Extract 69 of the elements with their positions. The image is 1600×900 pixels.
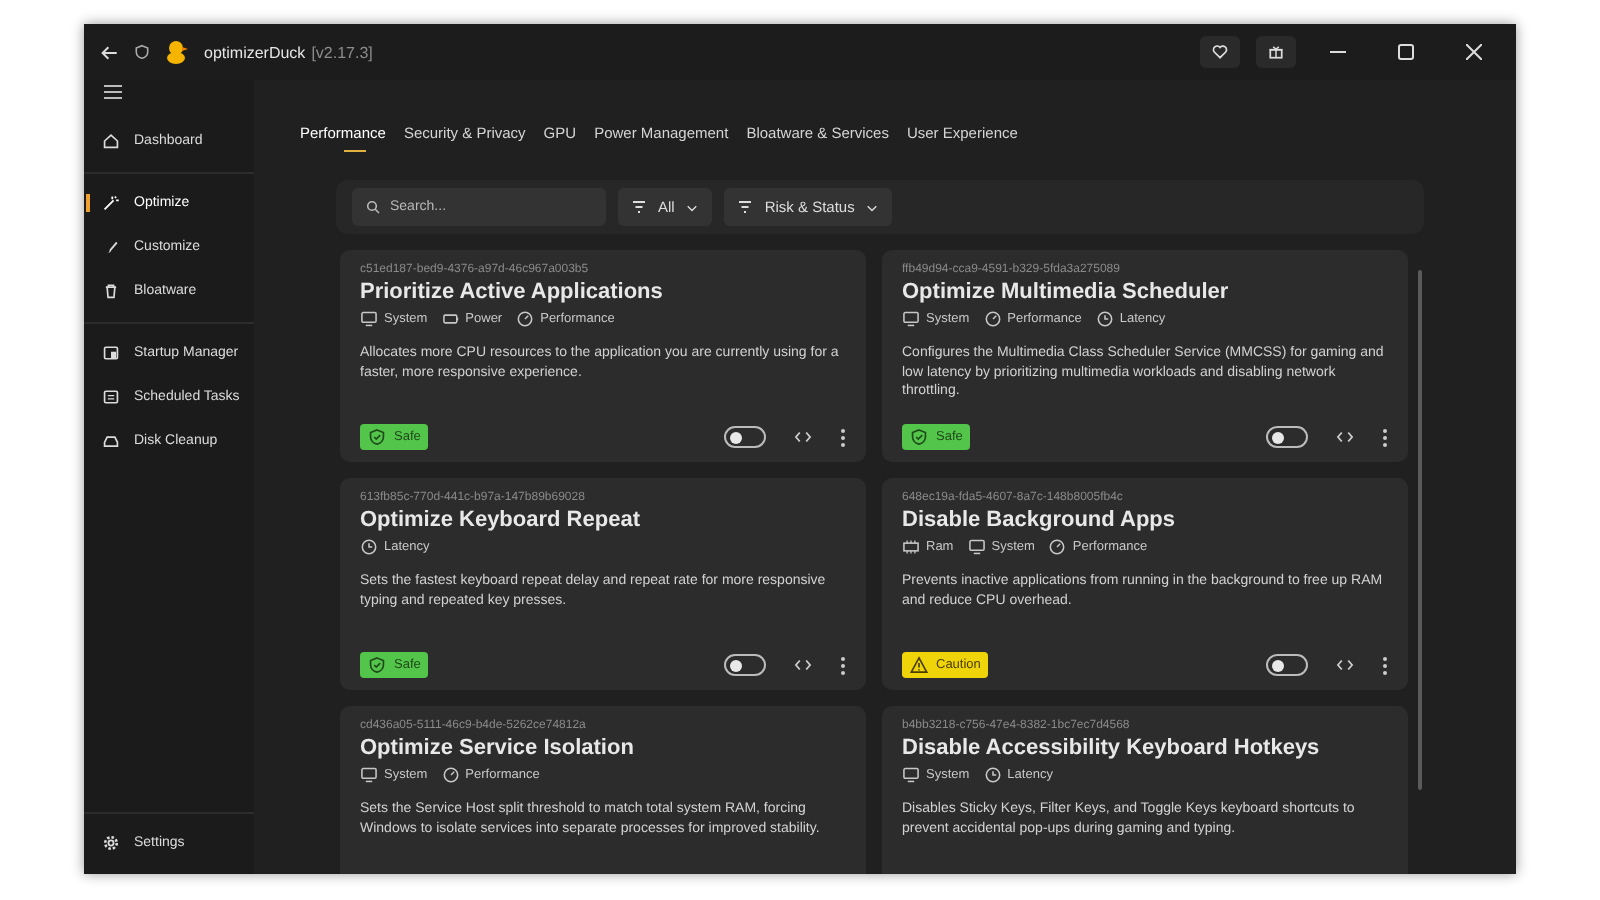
gauge-icon <box>1048 538 1067 556</box>
code-icon <box>794 656 812 674</box>
settings-icon <box>102 834 120 852</box>
clock-icon <box>983 766 1002 784</box>
code-icon <box>1336 428 1354 446</box>
back-arrow-icon[interactable] <box>100 43 118 61</box>
code-button[interactable] <box>1336 428 1354 446</box>
monitor-icon <box>902 766 920 784</box>
monitor-icon <box>967 538 986 556</box>
tweak-title: Disable Accessibility Keyboard Hotkeys <box>902 736 1320 760</box>
gauge-icon <box>983 310 1002 328</box>
chevron-down-icon <box>686 201 699 213</box>
more-button[interactable] <box>1382 655 1388 675</box>
clock-icon <box>1095 310 1114 328</box>
gift-icon <box>1268 44 1284 60</box>
more-button[interactable] <box>840 655 846 675</box>
wand-icon <box>102 194 120 212</box>
code-button[interactable] <box>794 428 812 446</box>
window-icon <box>102 344 120 362</box>
toggle-switch[interactable] <box>1266 654 1308 676</box>
battery-icon <box>441 310 460 328</box>
filter-icon <box>738 200 753 214</box>
drive-icon <box>102 432 120 450</box>
app-version: [v2.17.3] <box>311 43 373 61</box>
filter-icon <box>632 200 646 214</box>
code-icon <box>1336 656 1354 674</box>
search-icon <box>366 200 380 214</box>
tweak-title: Prioritize Active Applications <box>360 280 663 304</box>
toggle-switch[interactable] <box>724 426 766 448</box>
monitor-icon <box>360 766 378 784</box>
duck-logo-icon <box>166 40 188 64</box>
tweak-title: Optimize Keyboard Repeat <box>360 508 640 532</box>
list-icon <box>102 388 120 406</box>
gift-button[interactable] <box>1256 36 1296 68</box>
code-button[interactable] <box>1336 656 1354 674</box>
heart-icon <box>1212 44 1228 60</box>
chip-icon <box>902 538 920 556</box>
tweak-title: Optimize Multimedia Scheduler <box>902 280 1229 304</box>
app-title: optimizerDuck <box>204 43 306 61</box>
toggle-switch[interactable] <box>724 654 766 676</box>
shield-check-icon <box>368 428 386 446</box>
gauge-icon <box>516 310 535 328</box>
code-button[interactable] <box>794 656 812 674</box>
monitor-icon <box>360 310 378 328</box>
more-icon <box>840 655 846 675</box>
maximize-icon <box>1398 44 1414 60</box>
code-icon <box>794 428 812 446</box>
scrollbar[interactable] <box>1418 270 1422 790</box>
more-button[interactable] <box>840 427 846 447</box>
gauge-icon <box>441 766 460 784</box>
trash-icon <box>102 282 120 300</box>
more-icon <box>1382 655 1388 675</box>
heart-button[interactable] <box>1200 36 1240 68</box>
more-icon <box>1382 427 1388 447</box>
shield-check-icon <box>368 656 386 674</box>
tweak-title: Disable Background Apps <box>902 508 1176 532</box>
chevron-down-icon <box>866 201 879 213</box>
home-icon <box>102 132 120 150</box>
more-icon <box>840 427 846 447</box>
clock-icon <box>360 538 378 556</box>
menu-icon[interactable] <box>104 84 122 100</box>
warning-icon <box>910 656 928 674</box>
tweak-title: Optimize Service Isolation <box>360 736 634 760</box>
shield-icon <box>134 44 150 60</box>
close-icon <box>1466 44 1482 60</box>
shield-check-icon <box>910 428 928 446</box>
more-button[interactable] <box>1382 427 1388 447</box>
monitor-icon <box>902 310 920 328</box>
toggle-switch[interactable] <box>1266 426 1308 448</box>
